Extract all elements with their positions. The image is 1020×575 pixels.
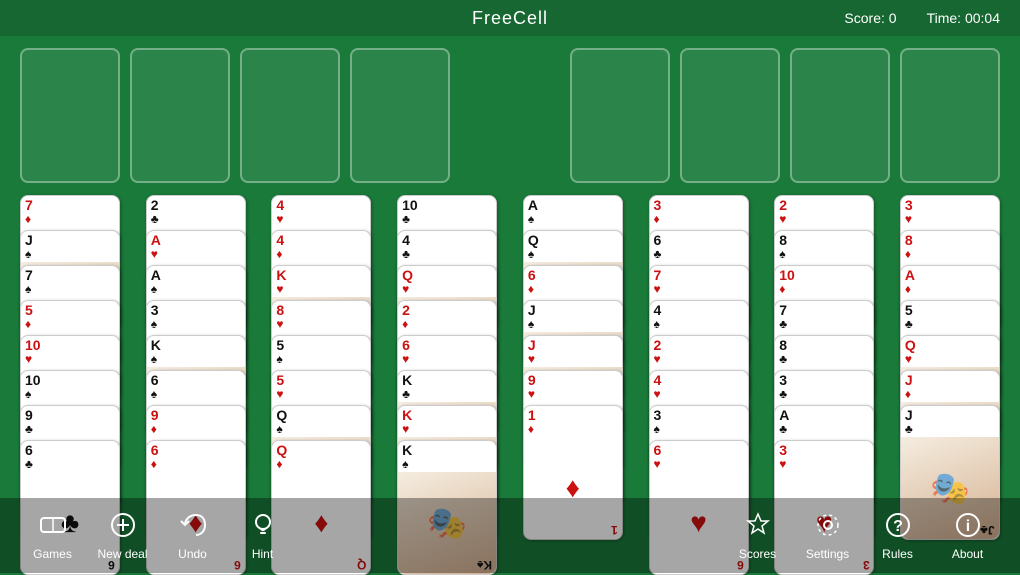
foundation-4[interactable] bbox=[900, 48, 1000, 183]
hint-label: Hint bbox=[252, 547, 273, 561]
undo-button[interactable]: Undo bbox=[160, 503, 225, 568]
time-display: Time: 00:04 bbox=[927, 10, 1000, 26]
new-deal-button[interactable]: New deal bbox=[90, 503, 155, 568]
freecell-1[interactable] bbox=[20, 48, 120, 183]
hint-icon bbox=[249, 511, 277, 543]
settings-label: Settings bbox=[806, 547, 849, 561]
rules-icon: ? bbox=[884, 511, 912, 543]
scores-button[interactable]: Scores bbox=[725, 503, 790, 568]
freecell-4[interactable] bbox=[350, 48, 450, 183]
header: FreeCell Score: 0 Time: 00:04 bbox=[0, 0, 1020, 36]
game-area: 7 ♦ ♦ 7 J ♠ 🎭 J♠ bbox=[0, 36, 1020, 498]
foundation-1[interactable] bbox=[570, 48, 670, 183]
games-button[interactable]: Games bbox=[20, 503, 85, 568]
games-icon bbox=[39, 511, 67, 543]
header-stats: Score: 0 Time: 00:04 bbox=[844, 10, 1000, 26]
foundation-2[interactable] bbox=[680, 48, 780, 183]
svg-text:?: ? bbox=[893, 518, 903, 535]
games-label: Games bbox=[33, 547, 72, 561]
toolbar-right: Scores Settings? Rules i About bbox=[725, 503, 1000, 568]
hint-button[interactable]: Hint bbox=[230, 503, 295, 568]
toolbar-left: Games New deal Undo Hint bbox=[20, 503, 295, 568]
freecell-3[interactable] bbox=[240, 48, 340, 183]
svg-text:i: i bbox=[965, 518, 969, 535]
toolbar: Games New deal Undo Hint Scores Settings? Rule… bbox=[0, 498, 1020, 573]
scores-label: Scores bbox=[739, 547, 776, 561]
foundation-3[interactable] bbox=[790, 48, 890, 183]
score-display: Score: 0 bbox=[844, 10, 896, 26]
foundations bbox=[570, 48, 1000, 183]
game-title: FreeCell bbox=[472, 8, 548, 29]
rules-button[interactable]: ? Rules bbox=[865, 503, 930, 568]
freecell-2[interactable] bbox=[130, 48, 230, 183]
freecells bbox=[20, 48, 450, 183]
settings-button[interactable]: Settings bbox=[795, 503, 860, 568]
rules-label: Rules bbox=[882, 547, 913, 561]
about-button[interactable]: i About bbox=[935, 503, 1000, 568]
new-deal-icon bbox=[109, 511, 137, 543]
zones-row bbox=[20, 48, 1000, 183]
about-icon: i bbox=[954, 511, 982, 543]
undo-icon bbox=[179, 511, 207, 543]
about-label: About bbox=[952, 547, 983, 561]
settings-icon bbox=[814, 511, 842, 543]
new-deal-label: New deal bbox=[97, 547, 147, 561]
undo-label: Undo bbox=[178, 547, 207, 561]
scores-icon bbox=[744, 511, 772, 543]
